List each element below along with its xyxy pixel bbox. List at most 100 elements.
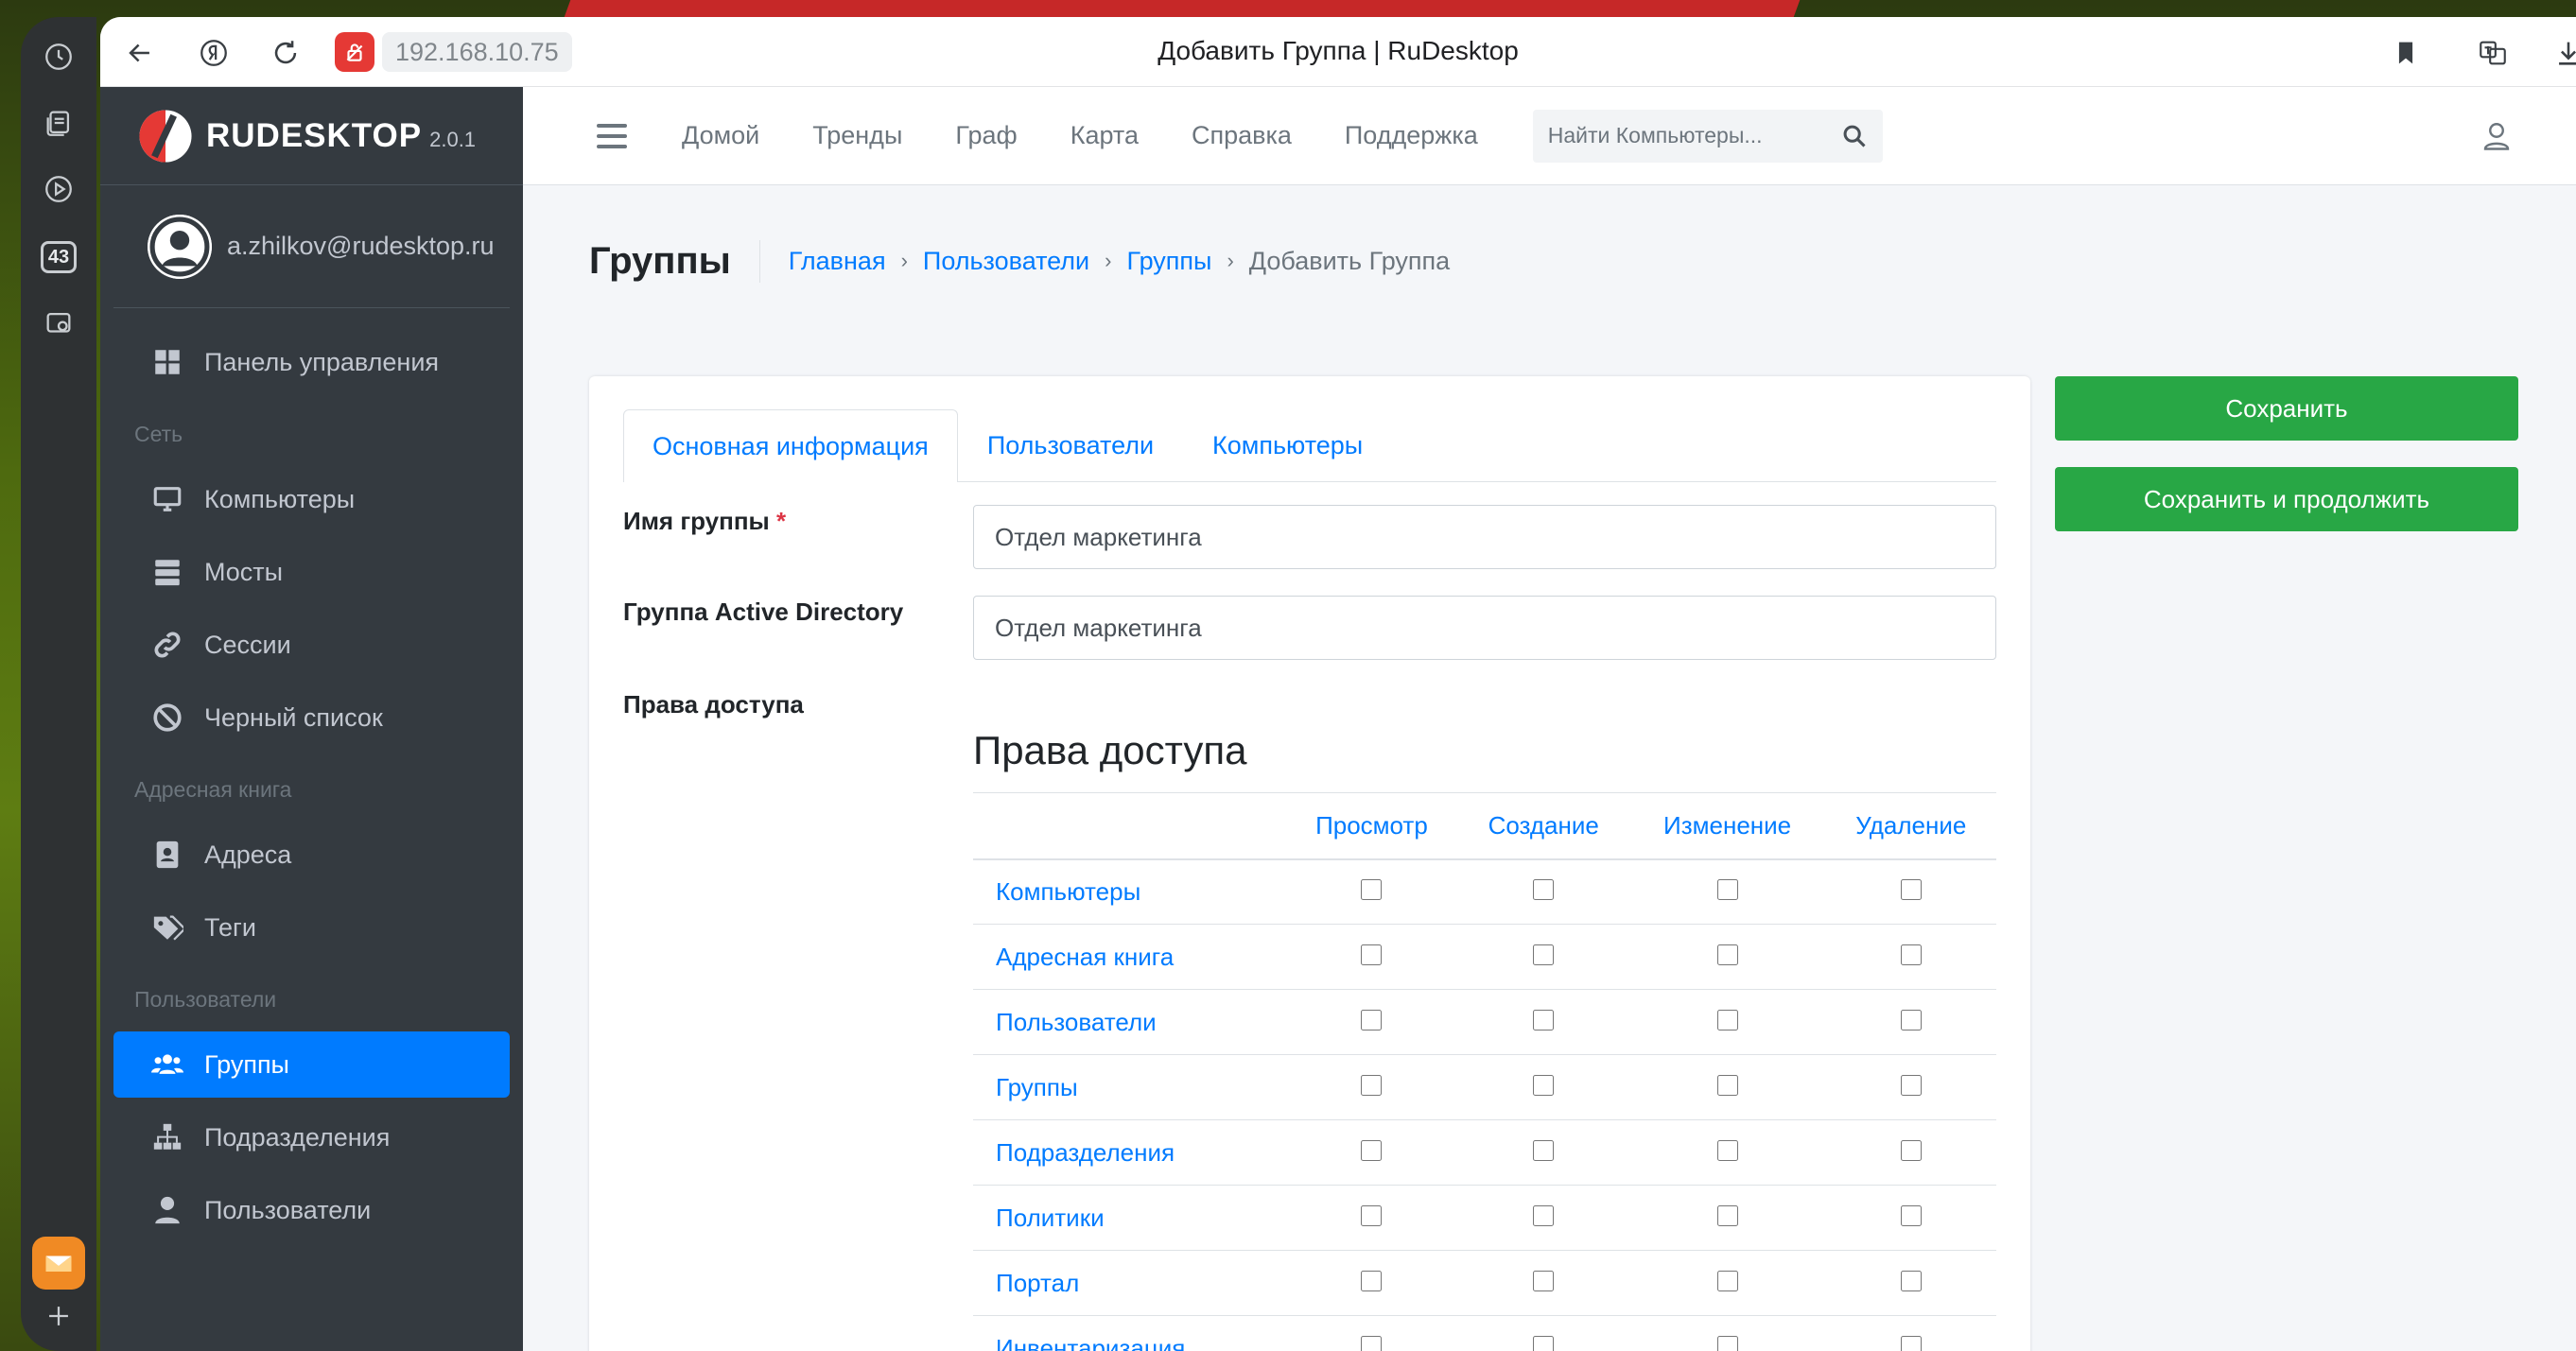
permission-delete-checkbox[interactable] (1900, 944, 1922, 965)
permission-delete-checkbox[interactable] (1900, 1335, 1922, 1351)
tab-users[interactable]: Пользователи (958, 409, 1183, 481)
bookmark-icon[interactable] (2387, 34, 2425, 72)
permissions-body: Компьютеры Адресная книга Пользователи Груп… (973, 858, 1996, 1351)
permission-row-label[interactable]: Группы (973, 1054, 1285, 1120)
permission-create-checkbox[interactable] (1533, 1139, 1555, 1161)
permission-edit-checkbox[interactable] (1716, 1074, 1738, 1096)
permission-delete-checkbox[interactable] (1900, 1270, 1922, 1291)
permission-edit-checkbox[interactable] (1716, 1270, 1738, 1291)
tab-computers[interactable]: Компьютеры (1183, 409, 1392, 481)
history-icon[interactable] (38, 36, 79, 78)
permission-view-checkbox[interactable] (1361, 1074, 1383, 1096)
collections-icon[interactable] (38, 102, 79, 144)
nav-link-graph[interactable]: Граф (955, 121, 1017, 150)
nav-link-support[interactable]: Поддержка (1345, 121, 1478, 150)
permission-row-label[interactable]: Компьютеры (973, 858, 1285, 925)
permission-view-checkbox[interactable] (1361, 878, 1383, 900)
user-menu-icon[interactable] (2480, 119, 2514, 153)
breadcrumb-link-home[interactable]: Главная (789, 247, 886, 276)
play-icon[interactable] (38, 168, 79, 210)
permission-delete-checkbox[interactable] (1900, 1139, 1922, 1161)
search-input[interactable] (1547, 123, 1841, 148)
permission-edit-checkbox[interactable] (1716, 878, 1738, 900)
permission-view-checkbox[interactable] (1361, 944, 1383, 965)
permission-delete-checkbox[interactable] (1900, 878, 1922, 900)
permission-view-checkbox[interactable] (1361, 1009, 1383, 1031)
permission-create-checkbox[interactable] (1533, 1204, 1555, 1226)
permission-create-checkbox[interactable] (1533, 944, 1555, 965)
permission-view-checkbox[interactable] (1361, 1204, 1383, 1226)
table-row: Портал (973, 1250, 1996, 1316)
sidebar-item-tags[interactable]: Теги (113, 894, 510, 961)
permission-delete-checkbox[interactable] (1900, 1204, 1922, 1226)
permission-row-label[interactable]: Адресная книга (973, 924, 1285, 990)
add-icon[interactable] (38, 1295, 79, 1337)
nav-link-help[interactable]: Справка (1192, 121, 1292, 150)
breadcrumb-link-groups[interactable]: Группы (1126, 247, 1211, 276)
nav-link-home[interactable]: Домой (682, 121, 759, 150)
user-email[interactable]: a.zhilkov@rudesktop.ru (227, 232, 495, 261)
menu-toggle-icon[interactable] (597, 123, 627, 148)
permission-cell (1825, 1119, 1996, 1186)
permission-row-label[interactable]: Инвентаризация (973, 1315, 1285, 1351)
screenshot-icon[interactable] (38, 303, 79, 344)
permission-row-label[interactable]: Политики (973, 1185, 1285, 1251)
breadcrumb-separator: › (1227, 249, 1234, 272)
avatar (148, 214, 212, 279)
permission-cell (1285, 924, 1458, 990)
permission-cell (1285, 1185, 1458, 1251)
sidebar-item-label: Компьютеры (204, 484, 356, 513)
search-icon[interactable] (1841, 123, 1868, 149)
sidebar-item-departments[interactable]: Подразделения (113, 1104, 510, 1170)
permission-edit-checkbox[interactable] (1716, 944, 1738, 965)
sidebar-item-blacklist[interactable]: Черный список (113, 684, 510, 751)
permission-create-checkbox[interactable] (1533, 1009, 1555, 1031)
permission-cell (1628, 1250, 1826, 1316)
download-icon[interactable] (2550, 34, 2576, 72)
permission-create-checkbox[interactable] (1533, 1270, 1555, 1291)
permission-delete-checkbox[interactable] (1900, 1009, 1922, 1031)
server-icon (149, 554, 185, 590)
tabs-count-badge: 43 (41, 241, 77, 273)
permission-create-checkbox[interactable] (1533, 878, 1555, 900)
permission-view-checkbox[interactable] (1361, 1335, 1383, 1351)
tab-main-info[interactable]: Основная информация (623, 409, 958, 482)
sidebar-item-bridges[interactable]: Мосты (113, 539, 510, 605)
mail-app-icon[interactable] (32, 1237, 85, 1290)
sidebar-item-groups[interactable]: Группы (113, 1031, 510, 1098)
sidebar-item-users[interactable]: Пользователи (113, 1177, 510, 1243)
permission-cell (1628, 858, 1826, 925)
user-panel[interactable]: a.zhilkov@rudesktop.ru (113, 185, 510, 308)
sidebar-item-addresses[interactable]: Адреса (113, 822, 510, 888)
save-and-continue-button[interactable]: Сохранить и продолжить (2055, 467, 2518, 531)
translate-icon[interactable] (2474, 34, 2512, 72)
rudesktop-logo-icon (139, 109, 192, 163)
permission-edit-checkbox[interactable] (1716, 1009, 1738, 1031)
permission-cell (1285, 989, 1458, 1055)
permission-edit-checkbox[interactable] (1716, 1335, 1738, 1351)
permission-row-label[interactable]: Пользователи (973, 989, 1285, 1055)
breadcrumb-link-users[interactable]: Пользователи (923, 247, 1089, 276)
permission-row-label[interactable]: Портал (973, 1250, 1285, 1316)
sidebar-item-computers[interactable]: Компьютеры (113, 466, 510, 532)
sidebar-item-sessions[interactable]: Сессии (113, 612, 510, 678)
tabs-counter-button[interactable]: 43 (38, 236, 79, 278)
nav-link-map[interactable]: Карта (1070, 121, 1139, 150)
sidebar-item-dashboard[interactable]: Панель управления (113, 329, 510, 395)
brand-link[interactable]: RUDESKTOP 2.0.1 (100, 87, 523, 185)
group-name-input[interactable] (973, 505, 1996, 569)
permission-view-checkbox[interactable] (1361, 1270, 1383, 1291)
permission-view-checkbox[interactable] (1361, 1139, 1383, 1161)
breadcrumb-separator: › (1105, 249, 1112, 272)
permission-edit-checkbox[interactable] (1716, 1139, 1738, 1161)
sidebar-item-label: Подразделения (204, 1122, 391, 1152)
group-name-label: Имя группы * (623, 507, 787, 535)
permission-create-checkbox[interactable] (1533, 1335, 1555, 1351)
nav-link-trends[interactable]: Тренды (812, 121, 902, 150)
permission-delete-checkbox[interactable] (1900, 1074, 1922, 1096)
permission-create-checkbox[interactable] (1533, 1074, 1555, 1096)
permission-row-label[interactable]: Подразделения (973, 1119, 1285, 1186)
ad-group-input[interactable] (973, 596, 1996, 660)
permission-edit-checkbox[interactable] (1716, 1204, 1738, 1226)
save-button[interactable]: Сохранить (2055, 376, 2518, 441)
